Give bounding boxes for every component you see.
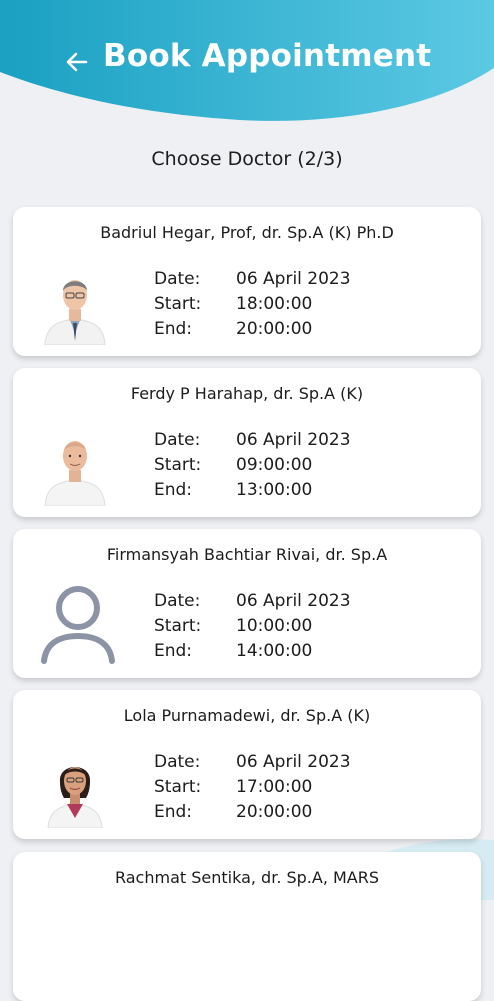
doctor-name: Badriul Hegar, Prof, dr. Sp.A (K) Ph.D: [100, 223, 394, 242]
schedule-details: Date: 06 April 2023 Start: 10:00:00 End: 14…: [154, 589, 351, 664]
start-value: 18:00:00: [236, 294, 313, 314]
date-value: 06 April 2023: [236, 269, 351, 289]
end-label: End:: [154, 641, 193, 661]
schedule-details: Date: 06 April 2023 Start: 17:00:00 End: 20…: [154, 750, 351, 825]
start-label: Start:: [154, 616, 202, 636]
doctor-card[interactable]: Badriul Hegar, Prof, dr. Sp.A (K) Ph.D D…: [13, 207, 481, 356]
doctor-card[interactable]: Firmansyah Bachtiar Rivai, dr. Sp.A Date…: [13, 529, 481, 678]
doctor-name: Ferdy P Harahap, dr. Sp.A (K): [130, 384, 364, 403]
doctor-photo: [40, 426, 110, 506]
date-value: 06 April 2023: [236, 430, 351, 450]
doctor-name: Lola Purnamadewi, dr. Sp.A (K): [123, 706, 371, 725]
date-value: 06 April 2023: [236, 591, 351, 611]
doctor-photo: [40, 748, 110, 828]
schedule-details: Date: 06 April 2023 Start: 09:00:00 End: 13…: [154, 428, 351, 503]
date-label: Date:: [154, 269, 201, 289]
start-label: Start:: [154, 455, 202, 475]
doctor-card[interactable]: Lola Purnamadewi, dr. Sp.A (K) Date: 06 A…: [13, 690, 481, 839]
doctor-photo: [40, 265, 110, 345]
date-value: 06 April 2023: [236, 752, 351, 772]
end-label: End:: [154, 802, 193, 822]
date-label: Date:: [154, 430, 201, 450]
date-label: Date:: [154, 752, 201, 772]
end-label: End:: [154, 319, 193, 339]
doctor-card[interactable]: Ferdy P Harahap, dr. Sp.A (K) Date: 06 Ap…: [13, 368, 481, 517]
doctor-card[interactable]: Rachmat Sentika, dr. Sp.A, MARS: [13, 852, 481, 1001]
end-value: 14:00:00: [236, 641, 313, 661]
start-value: 09:00:00: [236, 455, 313, 475]
end-value: 13:00:00: [236, 480, 313, 500]
end-value: 20:00:00: [236, 802, 313, 822]
start-value: 10:00:00: [236, 616, 313, 636]
start-value: 17:00:00: [236, 777, 313, 797]
doctor-list: Badriul Hegar, Prof, dr. Sp.A (K) Ph.D D…: [0, 0, 494, 1001]
start-label: Start:: [154, 294, 202, 314]
person-placeholder-icon: [38, 581, 118, 665]
end-value: 20:00:00: [236, 319, 313, 339]
schedule-details: Date: 06 April 2023 Start: 18:00:00 End: 20…: [154, 267, 351, 342]
doctor-name: Rachmat Sentika, dr. Sp.A, MARS: [114, 868, 380, 887]
start-label: Start:: [154, 777, 202, 797]
end-label: End:: [154, 480, 193, 500]
doctor-name: Firmansyah Bachtiar Rivai, dr. Sp.A: [106, 545, 388, 564]
date-label: Date:: [154, 591, 201, 611]
